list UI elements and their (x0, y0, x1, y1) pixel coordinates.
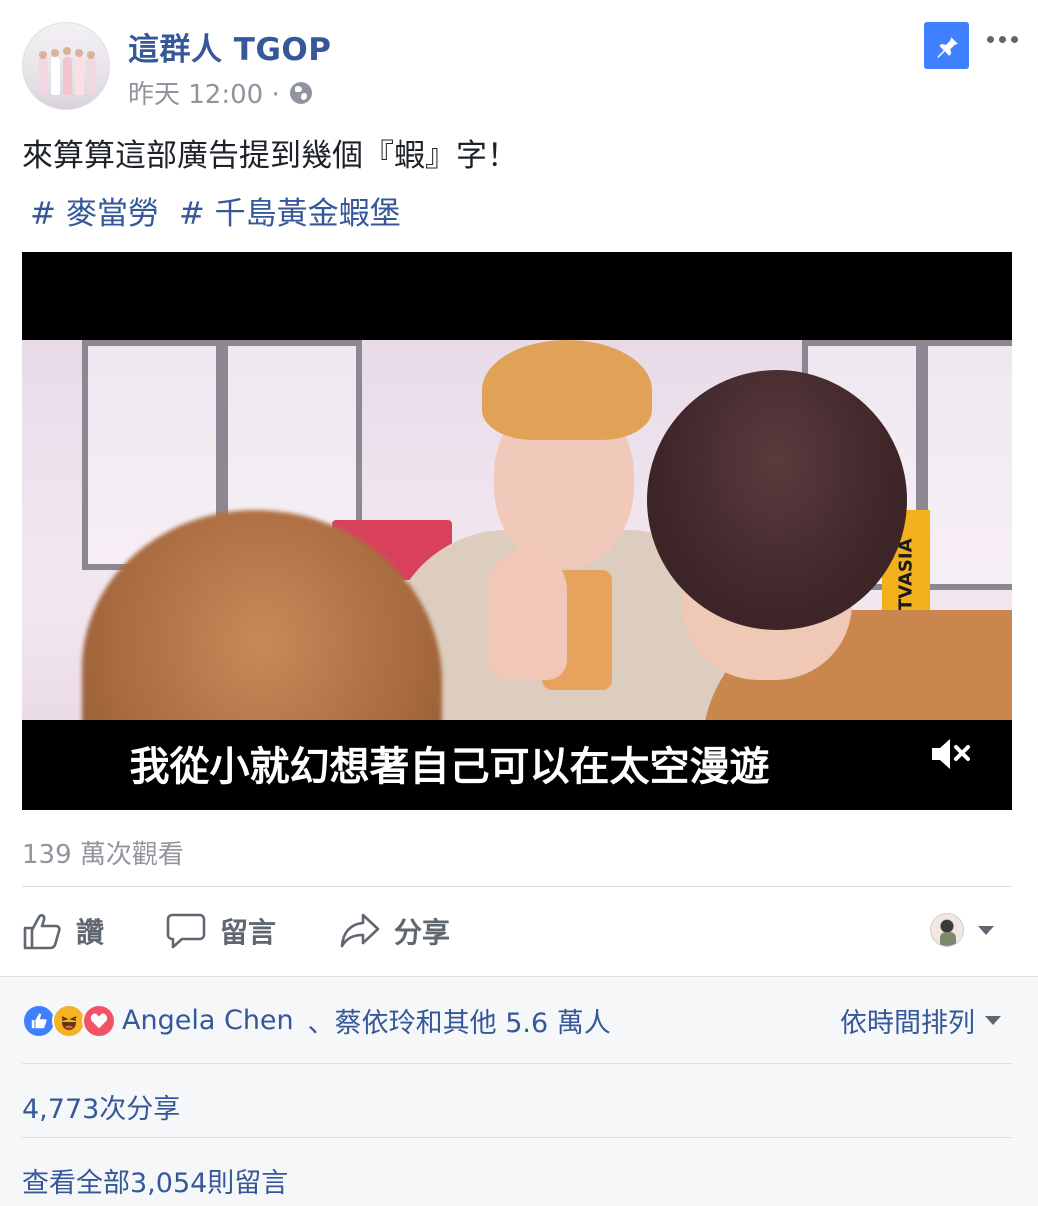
pin-icon (936, 34, 958, 58)
sort-label: 依時間排列 (840, 1008, 975, 1039)
post-footer: Angela Chen 、蔡依玲和其他 5.6 萬人 依時間排列 4,773次分… (0, 976, 1038, 1206)
comment-icon (166, 913, 206, 949)
divider (22, 886, 1012, 887)
reaction-icons (22, 1003, 116, 1038)
more-options-button[interactable] (982, 28, 1022, 50)
divider (22, 1063, 1012, 1064)
hashtag-list: # 麥當勞 # 千島黃金蝦堡 (30, 188, 401, 233)
facebook-post: 這群人 TGOP 昨天 12:00 · 來算算這部廣告提到幾個『蝦』字！ # 麥… (0, 0, 1038, 1206)
like-label: 讚 (76, 916, 105, 949)
hashtag-link[interactable]: # 麥當勞 (30, 188, 159, 233)
reaction-others[interactable]: 、蔡依玲和其他 5.6 萬人 (308, 1001, 611, 1040)
hashtag-link[interactable]: # 千島黃金蝦堡 (179, 188, 401, 233)
share-count[interactable]: 4,773次分享 (22, 1087, 180, 1126)
love-reaction-icon (82, 1003, 116, 1038)
video-frame: TVASIA (22, 340, 1012, 720)
page-avatar[interactable] (22, 22, 110, 110)
share-button[interactable]: 分享 (340, 900, 450, 962)
share-icon (340, 913, 380, 948)
post-as-selector[interactable] (930, 913, 994, 947)
chevron-down-icon (978, 925, 994, 935)
chevron-down-icon (985, 1016, 1001, 1025)
view-count: 139 萬次觀看 (22, 840, 184, 870)
comment-button[interactable]: 留言 (166, 900, 276, 962)
haha-reaction-icon (52, 1003, 86, 1038)
reaction-summary[interactable]: Angela Chen 、蔡依玲和其他 5.6 萬人 (22, 1001, 611, 1040)
pin-button[interactable] (924, 22, 969, 69)
video-player[interactable]: TVASIA 我從小就幻想著自己可以在太空漫遊 (22, 252, 1012, 810)
mute-button[interactable] (930, 736, 974, 772)
reaction-names[interactable]: Angela Chen (122, 1005, 294, 1036)
user-avatar (930, 913, 964, 947)
like-reaction-icon (22, 1003, 56, 1038)
post-timestamp[interactable]: 昨天 12:00 · (128, 74, 280, 111)
globe-icon[interactable] (289, 81, 312, 104)
page-name-link[interactable]: 這群人 TGOP (128, 24, 331, 69)
view-all-comments-link[interactable]: 查看全部3,054則留言 (22, 1161, 288, 1200)
video-subtitle: 我從小就幻想著自己可以在太空漫遊 (129, 744, 770, 790)
thumbs-up-icon (23, 914, 61, 950)
more-icon (986, 35, 994, 43)
mute-icon (932, 739, 970, 769)
action-bar: 讚 留言 分享 (22, 900, 1012, 962)
post-text: 來算算這部廣告提到幾個『蝦』字！ (22, 138, 518, 174)
comment-sort-dropdown[interactable]: 依時間排列 (840, 1001, 1001, 1040)
share-label: 分享 (394, 916, 451, 949)
divider (22, 1137, 1012, 1138)
post-meta: 昨天 12:00 · (128, 74, 312, 111)
like-button[interactable]: 讚 (22, 900, 104, 962)
comment-label: 留言 (220, 916, 277, 949)
